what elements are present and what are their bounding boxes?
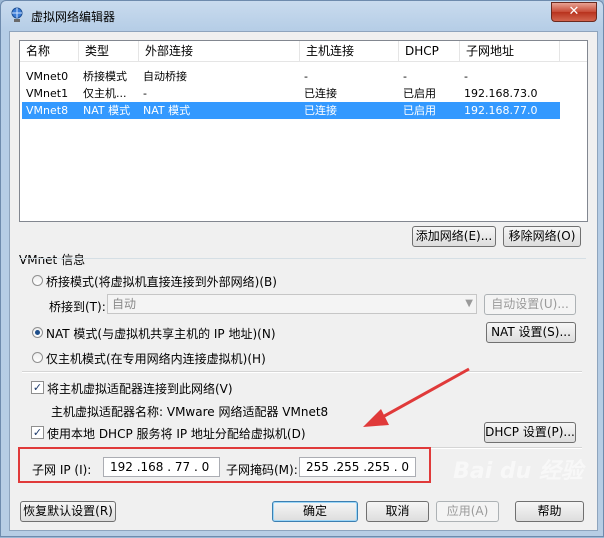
red-arrow-icon (363, 367, 470, 427)
annotation-highlight-box (18, 447, 431, 483)
virtual-network-editor-window: 虚拟网络编辑器 ✕ 名称 类型 外部连接 主机连接 DHCP 子网地址 VMne… (0, 0, 604, 537)
baidu-watermark: Bai du 经验 (453, 459, 583, 484)
